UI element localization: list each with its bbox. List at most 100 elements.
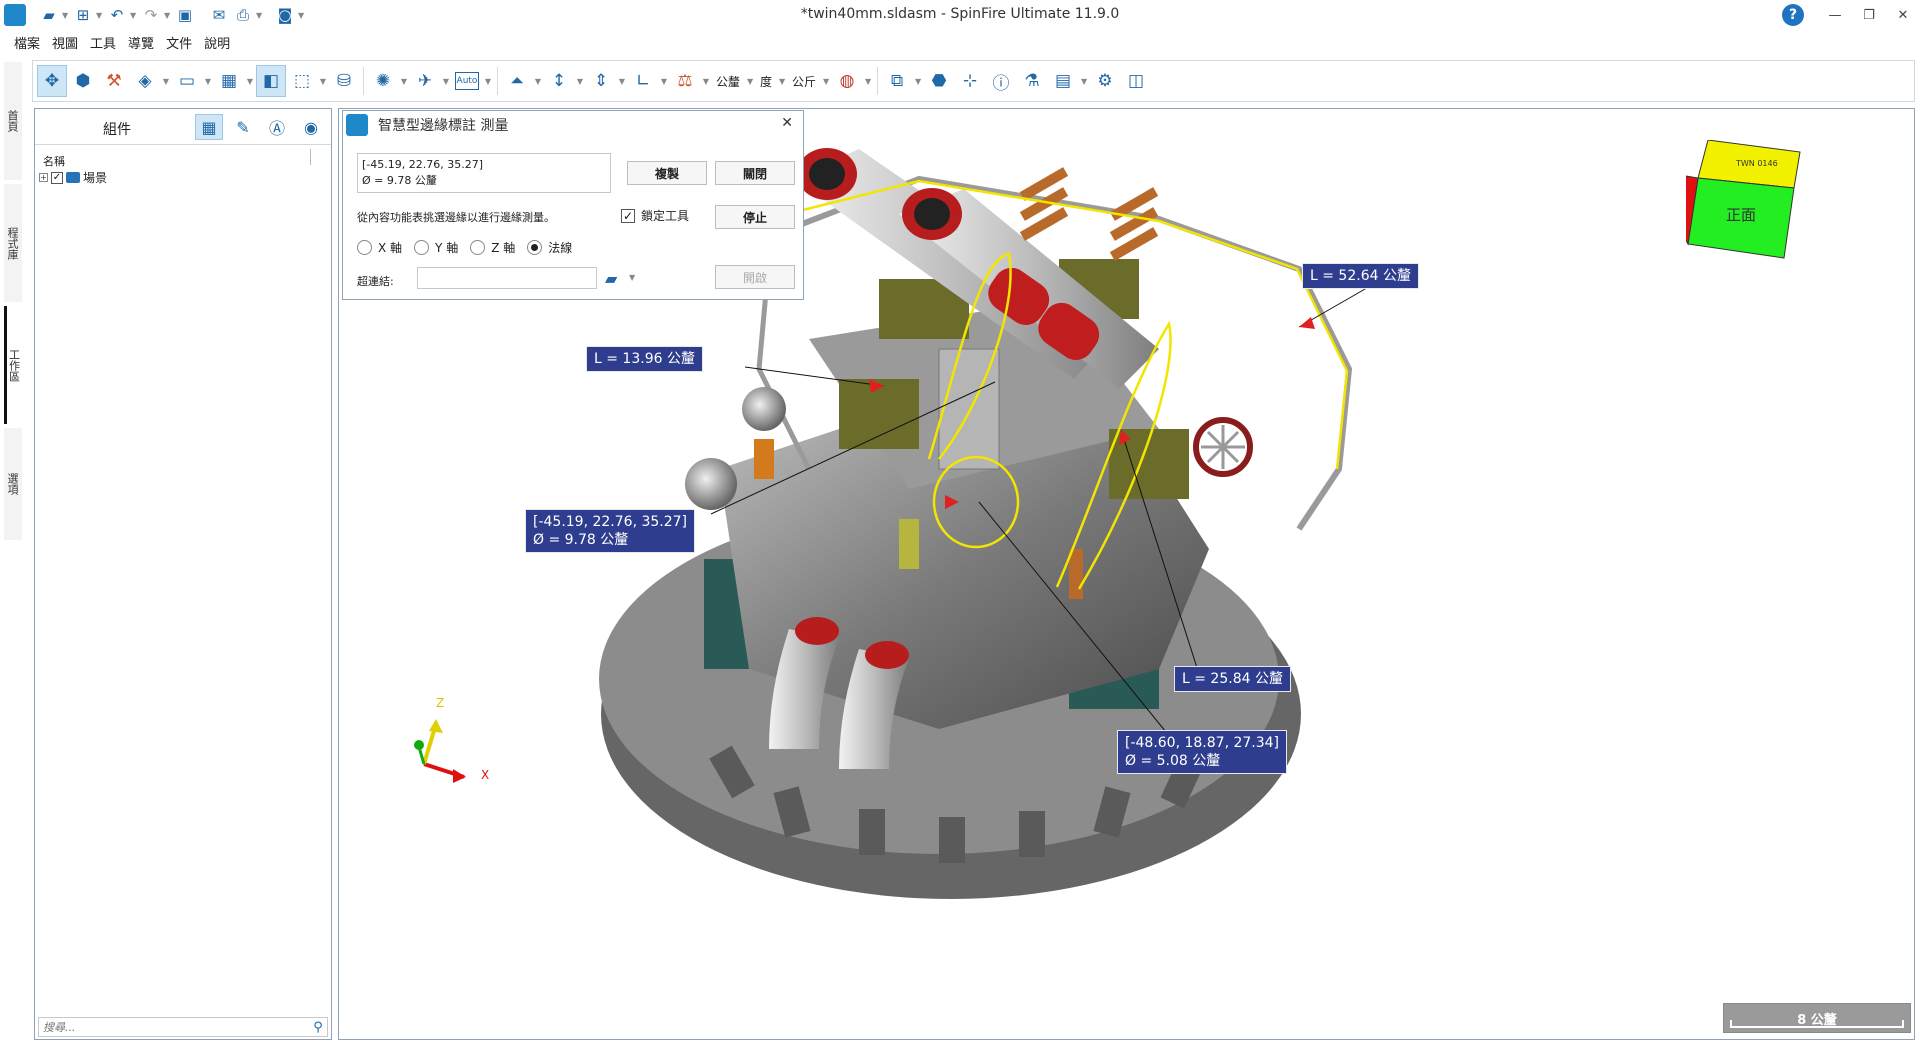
edit-icon[interactable]: ✎ [229, 114, 257, 140]
view-cube[interactable]: TWN 0146 正面 [1686, 140, 1806, 260]
camera-dropdown[interactable]: ▼ [298, 5, 306, 25]
distance-dropdown[interactable]: ▼ [617, 65, 627, 97]
radio-y-dot[interactable] [414, 240, 430, 255]
camera-flight-icon[interactable]: ✈ [410, 65, 440, 97]
app-logo-icon[interactable] [4, 4, 26, 26]
measure-label-length-2[interactable]: L = 52.64 公釐 [1302, 263, 1419, 289]
mass-dropdown[interactable]: ▼ [701, 65, 711, 97]
wireframe-dropdown[interactable]: ▼ [318, 65, 328, 97]
minimize-button[interactable]: — [1818, 0, 1852, 30]
settings-gear-icon[interactable]: ⚙ [1090, 65, 1120, 97]
color-wheel-icon[interactable]: ◍ [832, 65, 862, 97]
close-window-button[interactable]: ✕ [1886, 0, 1920, 30]
compare-icon[interactable]: ⧉ [882, 65, 912, 97]
wireframe-icon[interactable]: ⬚ [287, 65, 317, 97]
report-icon[interactable]: ▤ [1048, 65, 1078, 97]
measure-label-length-1[interactable]: L = 13.96 公釐 [586, 346, 703, 372]
explode-view-icon[interactable]: ✺ [368, 65, 398, 97]
tab-workspace[interactable]: 工作區 [4, 306, 22, 424]
display-dropdown[interactable]: ▼ [203, 65, 213, 97]
measure-label-diameter-2[interactable]: [-48.60, 18.87, 27.34] Ø = 5.08 公釐 [1117, 730, 1288, 774]
camera-flight-dropdown[interactable]: ▼ [441, 65, 451, 97]
info-icon[interactable]: ⓘ [986, 65, 1016, 97]
column-separator[interactable] [310, 149, 311, 165]
search-icon[interactable]: ⚲ [309, 1020, 327, 1035]
eye-icon[interactable]: ◉ [297, 114, 325, 140]
tree-item-scene[interactable]: + ✓ 場景 [39, 169, 107, 186]
material-icon[interactable]: ⛁ [329, 65, 359, 97]
length-unit-dropdown[interactable]: ▼ [745, 65, 755, 97]
grid-icon[interactable]: ▦ [195, 114, 223, 140]
compare-dropdown[interactable]: ▼ [913, 65, 923, 97]
email-icon[interactable]: ✉ [208, 5, 230, 25]
layout-dropdown[interactable]: ▼ [245, 65, 255, 97]
report-dropdown[interactable]: ▼ [1079, 65, 1089, 97]
camera-icon[interactable]: ◙ [274, 5, 296, 25]
select-icon[interactable]: ✥ [37, 65, 67, 97]
new-plus-icon[interactable]: ⊞ [72, 5, 94, 25]
angle-dropdown[interactable]: ▼ [659, 65, 669, 97]
restore-button[interactable]: ❐ [1852, 0, 1886, 30]
lock-tool[interactable]: ✓ 鎖定工具 [621, 207, 689, 224]
result-box[interactable]: [-45.19, 22.76, 35.27] Ø = 9.78 公釐 [357, 153, 611, 193]
menu-navigate[interactable]: 導覽 [122, 30, 160, 52]
angle-unit-dropdown[interactable]: ▼ [777, 65, 787, 97]
help-icon[interactable]: ? [1782, 4, 1804, 26]
length-unit-select[interactable]: 公釐 [712, 73, 744, 90]
auto-dropdown[interactable]: ▼ [483, 65, 493, 97]
new-dropdown[interactable]: ▼ [96, 5, 104, 25]
menu-file[interactable]: 檔案 [8, 30, 46, 52]
open-folder-icon[interactable]: ▰ [38, 5, 60, 25]
tab-options[interactable]: 選項 [4, 428, 22, 540]
coordinate-icon[interactable]: ⊹ [955, 65, 985, 97]
radio-normal[interactable]: 法線 [527, 239, 572, 256]
menu-view[interactable]: 視圖 [46, 30, 84, 52]
explode-icon[interactable]: ◈ [130, 65, 160, 97]
layout-icon[interactable]: ▦ [214, 65, 244, 97]
performance-icon[interactable]: ◫ [1121, 65, 1151, 97]
folder-icon[interactable]: ▰ [605, 269, 617, 288]
open-dropdown[interactable]: ▼ [62, 5, 70, 25]
section-plane-icon[interactable]: ⏶ [502, 65, 532, 97]
menu-tools[interactable]: 工具 [84, 30, 122, 52]
radio-z-axis[interactable]: Z 軸 [470, 239, 515, 256]
hammer-icon[interactable]: ⚒ [99, 65, 129, 97]
mass-icon[interactable]: ⚖ [670, 65, 700, 97]
radio-normal-dot[interactable] [527, 240, 543, 255]
distance-icon[interactable]: ⇕ [586, 65, 616, 97]
hyperlink-input[interactable] [417, 267, 597, 289]
mass-unit-select[interactable]: 公斤 [788, 73, 820, 90]
visibility-checkbox[interactable]: ✓ [51, 171, 63, 184]
shaded-icon[interactable]: ◧ [256, 65, 286, 97]
dimension-vertical-icon[interactable]: ↕ [544, 65, 574, 97]
explode-view-dropdown[interactable]: ▼ [399, 65, 409, 97]
parts-icon[interactable]: ⬣ [924, 65, 954, 97]
display-icon[interactable]: ▭ [172, 65, 202, 97]
column-header-name[interactable]: 名稱 [43, 153, 65, 169]
radio-y-axis[interactable]: Y 軸 [414, 239, 458, 256]
section-plane-dropdown[interactable]: ▼ [533, 65, 543, 97]
print-icon[interactable]: ⎙ [232, 5, 254, 25]
redo-icon[interactable]: ↷ [140, 5, 162, 25]
cube-view-icon[interactable]: ⬢ [68, 65, 98, 97]
open-button[interactable]: 開啟 [715, 265, 795, 289]
menu-document[interactable]: 文件 [160, 30, 198, 52]
measure-label-diameter-1[interactable]: [-45.19, 22.76, 35.27] Ø = 9.78 公釐 [525, 509, 696, 553]
search-input[interactable] [39, 1020, 309, 1034]
lock-tool-checkbox[interactable]: ✓ [621, 208, 635, 223]
explode-dropdown[interactable]: ▼ [161, 65, 171, 97]
measure-label-length-3[interactable]: L = 25.84 公釐 [1174, 666, 1291, 692]
print-dropdown[interactable]: ▼ [256, 5, 264, 25]
dimension-vertical-dropdown[interactable]: ▼ [575, 65, 585, 97]
undo-dropdown[interactable]: ▼ [130, 5, 138, 25]
radio-z-dot[interactable] [470, 240, 486, 255]
copy-button[interactable]: 複製 [627, 161, 707, 185]
tab-home[interactable]: 首頁 [4, 62, 22, 180]
mass-unit-dropdown[interactable]: ▼ [821, 65, 831, 97]
radio-x-axis[interactable]: X 軸 [357, 239, 402, 256]
analysis-icon[interactable]: ⚗ [1017, 65, 1047, 97]
angle-unit-select[interactable]: 度 [756, 73, 776, 90]
save-icon[interactable]: ▣ [174, 5, 196, 25]
menu-help[interactable]: 說明 [198, 30, 236, 52]
undo-icon[interactable]: ↶ [106, 5, 128, 25]
